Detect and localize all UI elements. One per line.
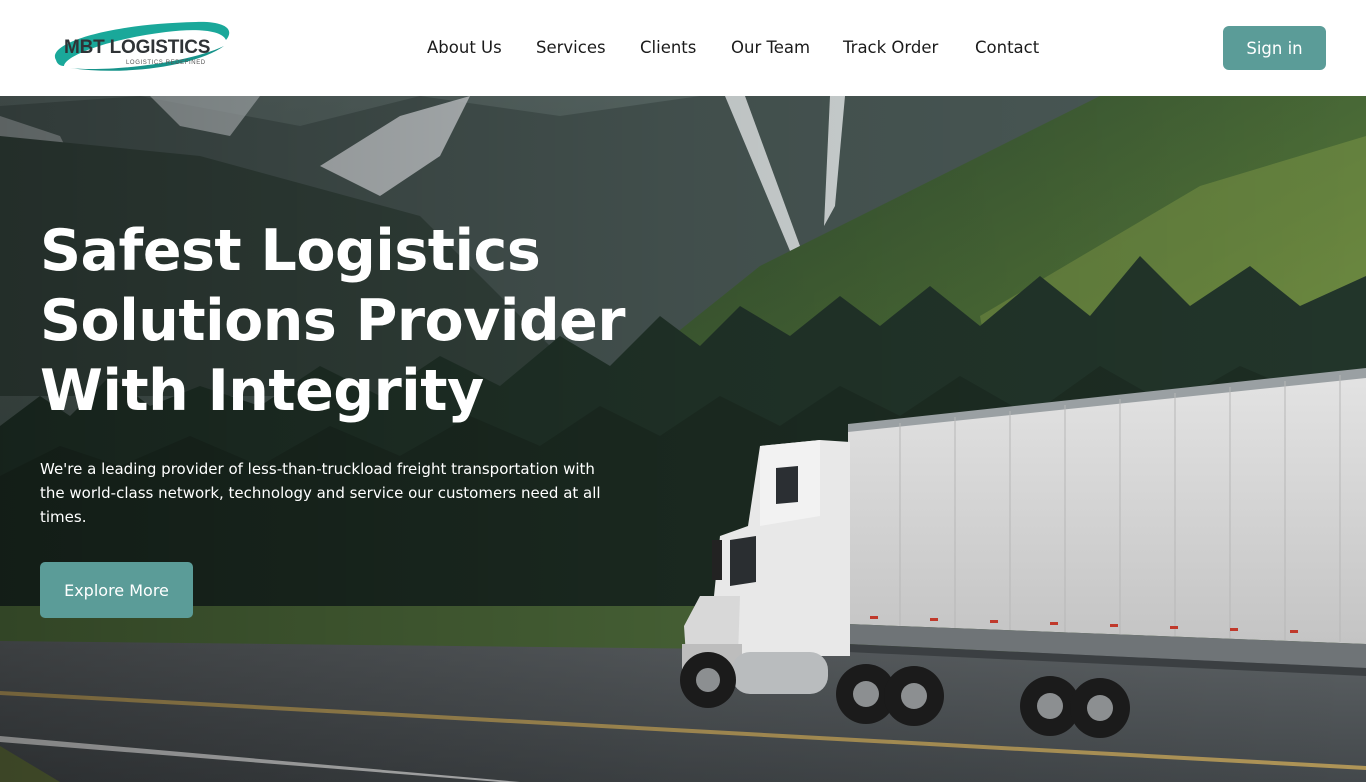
nav-item-track-order[interactable]: Track Order (843, 37, 938, 59)
nav-item-contact[interactable]: Contact (975, 37, 1039, 59)
sign-in-button[interactable]: Sign in (1223, 26, 1326, 70)
hero-title-line-1: Safest Logistics (40, 218, 541, 284)
explore-more-button[interactable]: Explore More (40, 562, 193, 618)
hero-background-image (0, 96, 1366, 782)
nav-item-services[interactable]: Services (536, 37, 606, 59)
main-nav: About Us Services Clients Our Team Track… (0, 0, 1366, 96)
nav-item-clients[interactable]: Clients (640, 37, 696, 59)
site-header: MBT LOGISTICS LOGISTICS REDEFINED About … (0, 0, 1366, 96)
hero-title-line-2: Solutions Provider (40, 288, 625, 354)
nav-item-about-us[interactable]: About Us (427, 37, 502, 59)
hero-section: Safest Logistics Solutions Provider With… (0, 96, 1366, 782)
hero-title-line-3: With Integrity (40, 358, 484, 424)
nav-item-our-team[interactable]: Our Team (731, 37, 810, 59)
hero-title: Safest Logistics Solutions Provider With… (40, 216, 680, 426)
hero-description: We're a leading provider of less-than-tr… (40, 460, 601, 526)
